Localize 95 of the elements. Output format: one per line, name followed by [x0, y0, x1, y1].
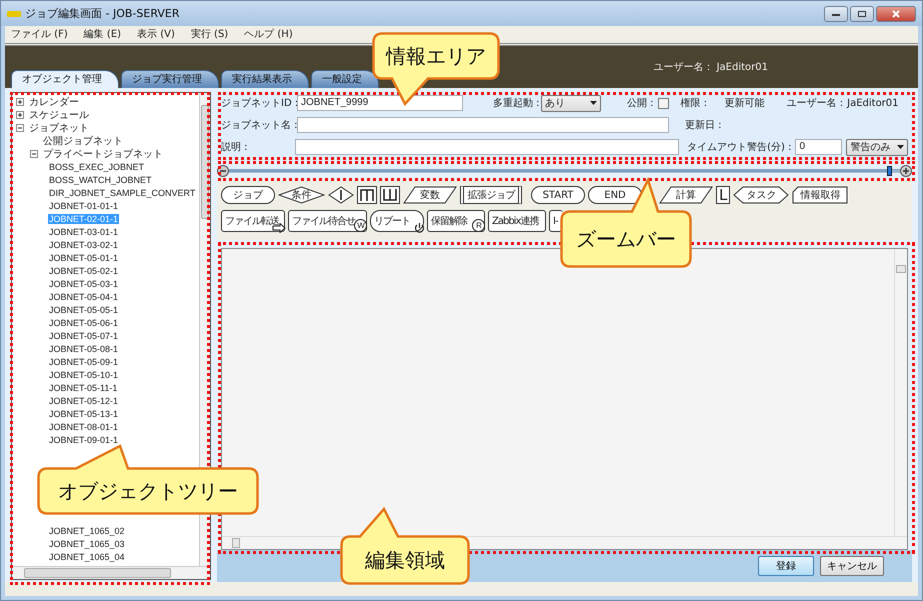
timeout-field[interactable]: 0 — [795, 139, 842, 155]
cancel-button[interactable]: キャンセル — [820, 556, 884, 576]
menu-item[interactable]: ファイル (F) — [5, 26, 78, 43]
caret-icon — [897, 145, 904, 149]
user-name: ユーザー名： JaEditor01 — [653, 61, 768, 74]
callout-tooltip: オブジェクトツリー — [37, 446, 259, 515]
field-label: 公開 : — [627, 97, 654, 110]
tree-item[interactable]: JOBNET_1065_03 — [48, 538, 126, 548]
menu-item[interactable]: ヘルプ (H) — [238, 26, 303, 43]
tree-item[interactable]: ジョブネット — [28, 120, 90, 134]
palette-item[interactable]: ファイル待合せ W — [288, 210, 367, 232]
tree-item[interactable]: JOBNET-05-09-1 — [48, 356, 120, 366]
tree-item[interactable]: JOBNET-05-03-1 — [48, 278, 120, 288]
user-value: JaEditor01 — [847, 98, 899, 108]
collapse-icon[interactable] — [30, 150, 38, 158]
menu-item[interactable]: 編集 (E) — [78, 26, 132, 43]
tree-item[interactable]: JOBNET_1065_02 — [48, 526, 126, 536]
public-checkbox[interactable] — [658, 98, 669, 108]
tab[interactable]: 実行結果表示 — [221, 70, 309, 88]
tree-item[interactable]: JOBNET-05-04-1 — [48, 292, 120, 302]
arrow-icon — [272, 223, 286, 233]
tree-item[interactable]: JOBNET-05-01-1 — [48, 252, 120, 262]
field-label: ユーザー名 : — [786, 97, 844, 110]
power-icon — [414, 222, 425, 233]
palette-item[interactable]: タスク — [733, 186, 790, 204]
tree-item[interactable]: JOBNET-08-01-1 — [48, 422, 120, 432]
close-icon — [891, 10, 901, 18]
palette-item[interactable]: L — [716, 186, 730, 204]
tree-item[interactable]: プライベートジョブネット — [42, 146, 164, 160]
tree-item[interactable]: JOBNET-05-02-1 — [48, 266, 120, 276]
palette-item[interactable]: ジョブ — [221, 186, 275, 204]
badge: R — [472, 219, 485, 232]
palette-item[interactable]: 変数 — [403, 186, 457, 204]
zoom-slider[interactable] — [229, 166, 900, 176]
tab[interactable]: オブジェクト管理 — [11, 70, 119, 88]
window-title: ジョブ編集画面 - JOB-SERVER — [25, 6, 180, 21]
tree-item[interactable]: JOBNET-05-05-1 — [48, 304, 120, 314]
tree-item[interactable]: JOBNET-01-01-1 — [48, 200, 120, 210]
field-label: 説明 : — [221, 140, 249, 154]
tree-item[interactable]: カレンダー — [28, 94, 80, 108]
tab[interactable]: 一般設定 — [311, 70, 379, 88]
expand-icon[interactable] — [16, 98, 24, 106]
register-button[interactable]: 登録 — [758, 556, 814, 576]
tree-item[interactable]: DIR_JOBNET_SAMPLE_CONVERT — [48, 188, 196, 198]
diamond-bar-icon[interactable] — [328, 186, 354, 204]
app-icon — [7, 8, 21, 18]
tree-item[interactable]: JOBNET_1065_04 — [48, 552, 126, 562]
field-label: タイムアウト警告(分) : — [687, 140, 792, 154]
collapse-icon[interactable] — [16, 124, 24, 132]
palette-item[interactable]: 情報取得 — [792, 186, 848, 204]
palette-item[interactable]: リブート — [370, 210, 424, 232]
field-label: 権限 : — [680, 96, 708, 110]
palette-item[interactable]: Zabbix連携 — [488, 210, 546, 232]
tree-item[interactable]: JOBNET-05-11-1 — [48, 382, 118, 392]
tree-item[interactable]: 公開ジョブネット — [42, 134, 124, 148]
split-icon[interactable] — [380, 186, 400, 204]
menu-item[interactable]: 実行 (S) — [184, 26, 238, 43]
maximize-button[interactable] — [850, 6, 874, 22]
tree-item[interactable]: JOBNET-05-07-1 — [48, 330, 120, 340]
description-field[interactable] — [295, 139, 680, 155]
tree-item[interactable]: BOSS_WATCH_JOBNET — [48, 174, 153, 184]
horizontal-scrollbar[interactable] — [12, 566, 210, 579]
expand-icon[interactable] — [16, 110, 24, 118]
tree-item[interactable]: BOSS_EXEC_JOBNET — [48, 162, 146, 172]
timeout-action-dropdown[interactable]: 警告のみ — [846, 138, 908, 156]
close-button[interactable] — [876, 6, 916, 22]
palette-item[interactable]: ファイル転送 — [221, 210, 285, 232]
tree-item[interactable]: JOBNET-05-06-1 — [48, 318, 120, 328]
tab[interactable]: ジョブ実行管理 — [121, 70, 219, 88]
tree-item[interactable]: JOBNET-03-02-1 — [48, 240, 120, 250]
merge-icon[interactable] — [357, 186, 377, 204]
maximize-icon — [857, 10, 867, 18]
permission-value: 更新可能 — [724, 96, 766, 110]
vertical-scrollbar[interactable] — [894, 249, 907, 536]
menu-item[interactable]: 表示 (V) — [131, 26, 185, 43]
minimize-button[interactable] — [824, 6, 848, 22]
tree-item[interactable]: JOBNET-05-10-1 — [48, 370, 120, 380]
badge: W — [354, 219, 367, 232]
tree-item[interactable]: JOBNET-05-08-1 — [48, 344, 120, 354]
field-label: 更新日 : — [685, 118, 722, 132]
callout-tooltip: 編集領域 — [340, 509, 470, 585]
caret-icon — [590, 101, 597, 105]
slider-thumb[interactable] — [886, 166, 892, 176]
palette-item[interactable]: 保留解除 R — [427, 210, 485, 232]
jobnet-name-field[interactable] — [297, 117, 669, 133]
tree-item[interactable]: JOBNET-05-12-1 — [48, 396, 120, 406]
tree-item[interactable]: JOBNET-09-01-1 — [48, 434, 120, 444]
tree-item[interactable]: JOBNET-03-01-1 — [48, 226, 120, 236]
palette-item[interactable]: 拡張ジョブ — [460, 186, 522, 204]
zoom-in-icon[interactable] — [900, 165, 912, 177]
multi-start-dropdown[interactable]: あり — [541, 94, 601, 112]
tree-item[interactable]: スケジュール — [28, 108, 90, 122]
tree-item[interactable]: JOBNET-05-13-1 — [48, 408, 120, 418]
jobnet-id-field[interactable]: JOBNET_9999 — [297, 95, 463, 111]
palette-item[interactable]: 条件 — [278, 186, 325, 204]
